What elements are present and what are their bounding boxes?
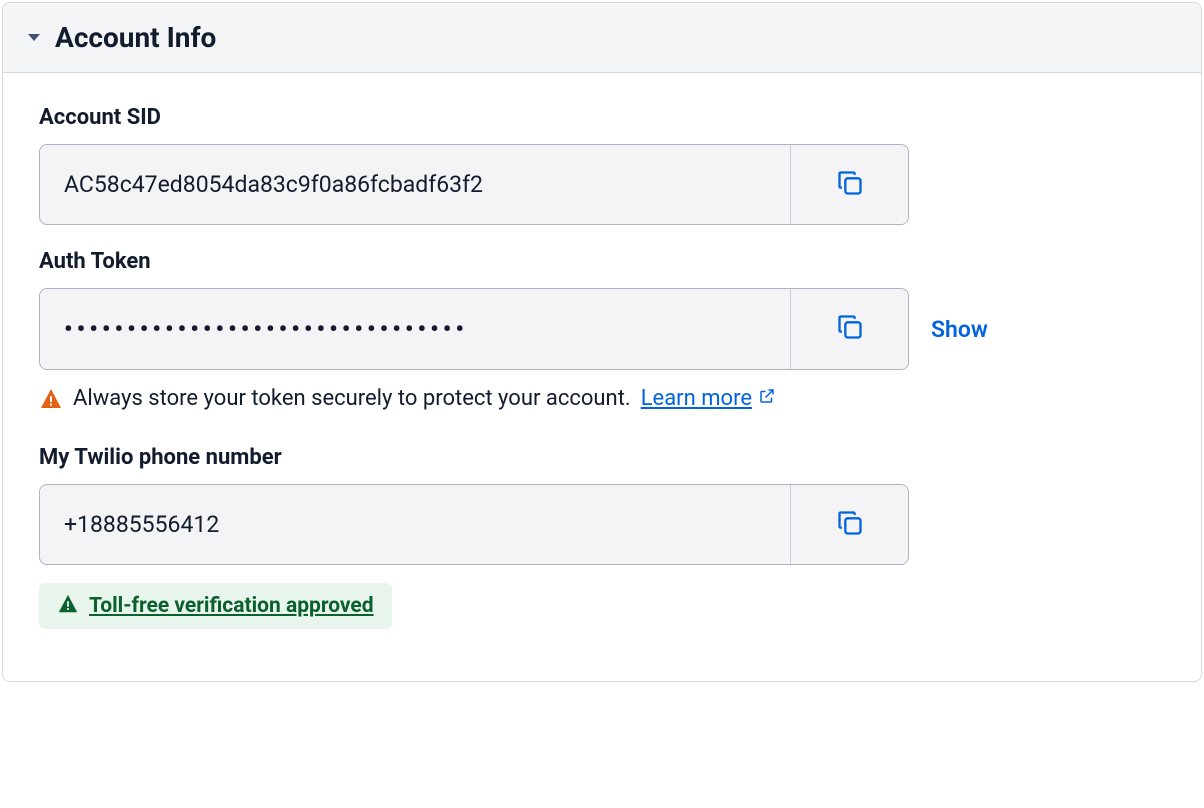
learn-more-label: Learn more [641,386,752,411]
warning-icon [39,387,63,411]
auth-token-field: Auth Token •••••••••••••••••••••••••••••… [39,249,1165,411]
account-info-panel: Account Info Account SID AC58c47ed8054da… [2,2,1202,682]
copy-account-sid-button[interactable] [790,145,908,224]
copy-auth-token-button[interactable] [790,289,908,369]
copy-icon [836,313,864,345]
account-sid-box: AC58c47ed8054da83c9f0a86fcbadf63f2 [39,144,909,225]
auth-token-warning: Always store your token securely to prot… [39,386,1165,411]
warning-triangle-icon [57,593,79,619]
learn-more-link[interactable]: Learn more [641,386,776,411]
panel-header[interactable]: Account Info [3,3,1201,73]
verification-badge-text: Toll-free verification approved [89,594,374,618]
phone-label: My Twilio phone number [39,445,1165,470]
external-link-icon [758,386,776,411]
copy-phone-button[interactable] [790,485,908,564]
account-sid-label: Account SID [39,105,1165,130]
auth-token-label: Auth Token [39,249,1165,274]
copy-icon [836,169,864,201]
phone-field: My Twilio phone number +18885556412 Toll… [39,445,1165,629]
panel-body: Account SID AC58c47ed8054da83c9f0a86fcba… [3,73,1201,681]
chevron-down-icon [27,31,41,45]
panel-title: Account Info [55,21,216,54]
auth-token-box: •••••••••••••••••••••••••••••••• [39,288,909,370]
warning-text: Always store your token securely to prot… [73,386,631,411]
auth-token-value: •••••••••••••••••••••••••••••••• [40,289,790,369]
verification-badge[interactable]: Toll-free verification approved [39,583,392,629]
copy-icon [836,509,864,541]
show-auth-token-button[interactable]: Show [931,316,988,343]
phone-value: +18885556412 [40,485,790,564]
account-sid-value: AC58c47ed8054da83c9f0a86fcbadf63f2 [40,145,790,224]
account-sid-field: Account SID AC58c47ed8054da83c9f0a86fcba… [39,105,1165,225]
phone-box: +18885556412 [39,484,909,565]
